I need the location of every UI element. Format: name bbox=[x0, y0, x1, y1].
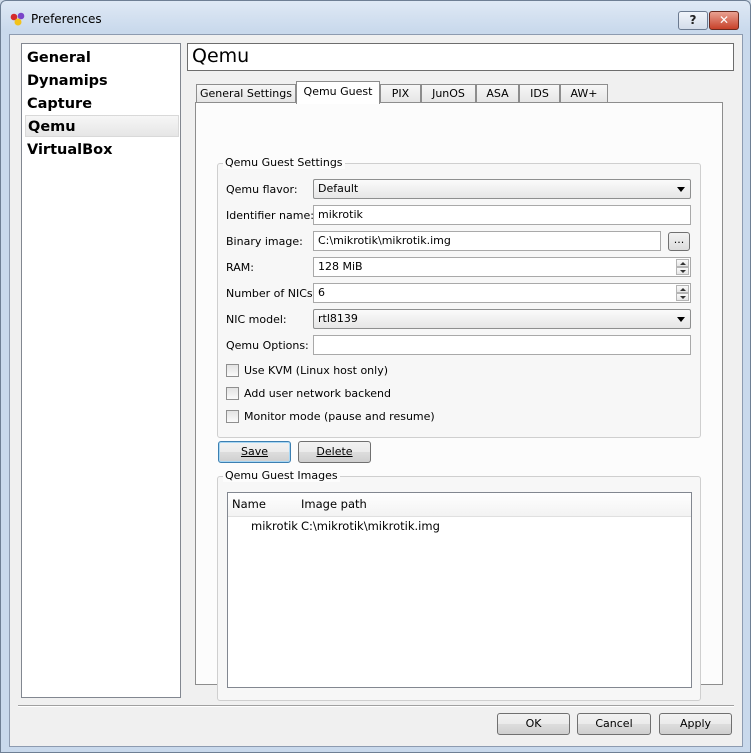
tab-pix[interactable]: PIX bbox=[380, 84, 421, 104]
apply-button[interactable]: Apply bbox=[659, 713, 732, 735]
preferences-window: Preferences ? ✕ General Dynamips Capture… bbox=[0, 0, 751, 753]
help-button[interactable]: ? bbox=[678, 11, 708, 30]
nics-value: 6 bbox=[318, 286, 325, 299]
app-icon bbox=[10, 12, 25, 26]
sidebar-item-capture[interactable]: Capture bbox=[25, 93, 179, 115]
images-table[interactable]: Name Image path mikrotik C:\mikrotik\mik… bbox=[227, 492, 692, 688]
binary-image-input[interactable]: C:\mikrotik\mikrotik.img bbox=[313, 231, 661, 251]
qemu-guest-panel: Qemu Guest Settings Qemu flavor: Default… bbox=[195, 102, 723, 701]
kvm-checkbox[interactable] bbox=[226, 364, 239, 377]
sidebar-item-virtualbox[interactable]: VirtualBox bbox=[25, 139, 179, 161]
cancel-button[interactable]: Cancel bbox=[577, 713, 651, 735]
title-bar[interactable]: Preferences ? ✕ bbox=[1, 1, 750, 35]
chevron-down-icon bbox=[677, 187, 685, 192]
sidebar-item-dynamips[interactable]: Dynamips bbox=[25, 70, 179, 92]
tab-qemu-guest[interactable]: Qemu Guest bbox=[296, 81, 380, 104]
ram-increment-icon[interactable] bbox=[676, 259, 689, 267]
save-label: Save bbox=[240, 445, 268, 458]
column-header-name[interactable]: Name bbox=[232, 497, 266, 511]
nics-label: Number of NICs: bbox=[226, 287, 317, 300]
nics-spinbox[interactable]: 6 bbox=[313, 283, 691, 303]
footer-divider bbox=[18, 705, 734, 707]
column-header-image-path[interactable]: Image path bbox=[301, 497, 367, 511]
category-list[interactable]: General Dynamips Capture Qemu VirtualBox bbox=[21, 43, 181, 698]
nic-model-value: rtl8139 bbox=[318, 312, 358, 325]
identifier-input[interactable]: mikrotik bbox=[313, 205, 691, 225]
tab-asa[interactable]: ASA bbox=[476, 84, 519, 104]
tab-ids[interactable]: IDS bbox=[519, 84, 560, 104]
tab-junos[interactable]: JunOS bbox=[421, 84, 476, 104]
user-network-label[interactable]: Add user network backend bbox=[244, 387, 391, 400]
nic-model-label: NIC model: bbox=[226, 313, 287, 326]
ram-label: RAM: bbox=[226, 261, 254, 274]
ram-stepper[interactable] bbox=[676, 259, 689, 275]
tab-aw-plus[interactable]: AW+ bbox=[560, 84, 608, 104]
flavor-value: Default bbox=[318, 182, 359, 195]
user-network-checkbox[interactable] bbox=[226, 387, 239, 400]
ram-spinbox[interactable]: 128 MiB bbox=[313, 257, 691, 277]
table-row[interactable]: mikrotik C:\mikrotik\mikrotik.img bbox=[228, 518, 691, 536]
qemu-options-input[interactable] bbox=[313, 335, 691, 355]
row-path-cell: C:\mikrotik\mikrotik.img bbox=[301, 519, 440, 533]
sidebar-item-general[interactable]: General bbox=[25, 47, 179, 69]
close-button[interactable]: ✕ bbox=[709, 11, 739, 30]
binary-image-label: Binary image: bbox=[226, 235, 303, 248]
images-table-header: Name Image path bbox=[228, 493, 691, 517]
dialog-body: General Dynamips Capture Qemu VirtualBox… bbox=[9, 34, 743, 747]
monitor-mode-checkbox[interactable] bbox=[226, 410, 239, 423]
browse-button[interactable]: ... bbox=[668, 232, 690, 251]
nic-model-select[interactable]: rtl8139 bbox=[313, 309, 691, 329]
identifier-label: Identifier name: bbox=[226, 209, 314, 222]
settings-group-title: Qemu Guest Settings bbox=[223, 156, 345, 169]
chevron-down-icon bbox=[677, 317, 685, 322]
save-button[interactable]: Save bbox=[218, 441, 291, 463]
ram-value: 128 MiB bbox=[318, 260, 363, 273]
page-title: Qemu bbox=[192, 45, 250, 67]
delete-button[interactable]: Delete bbox=[298, 441, 371, 463]
nics-increment-icon[interactable] bbox=[676, 285, 689, 293]
window-title: Preferences bbox=[31, 12, 102, 26]
images-group-title: Qemu Guest Images bbox=[223, 469, 340, 482]
nics-decrement-icon[interactable] bbox=[676, 293, 689, 301]
page-title-box: Qemu bbox=[187, 43, 734, 71]
kvm-label[interactable]: Use KVM (Linux host only) bbox=[244, 364, 388, 377]
ram-decrement-icon[interactable] bbox=[676, 267, 689, 275]
delete-label: Delete bbox=[316, 445, 353, 458]
ok-button[interactable]: OK bbox=[497, 713, 570, 735]
flavor-label: Qemu flavor: bbox=[226, 183, 298, 196]
monitor-mode-label[interactable]: Monitor mode (pause and resume) bbox=[244, 410, 435, 423]
nics-stepper[interactable] bbox=[676, 285, 689, 301]
tab-bar: General Settings Qemu Guest PIX JunOS AS… bbox=[196, 81, 736, 104]
sidebar-item-qemu[interactable]: Qemu bbox=[25, 115, 179, 137]
row-name-cell: mikrotik bbox=[251, 519, 298, 533]
tab-general-settings[interactable]: General Settings bbox=[196, 84, 296, 104]
flavor-select[interactable]: Default bbox=[313, 179, 691, 199]
qemu-options-label: Qemu Options: bbox=[226, 339, 309, 352]
